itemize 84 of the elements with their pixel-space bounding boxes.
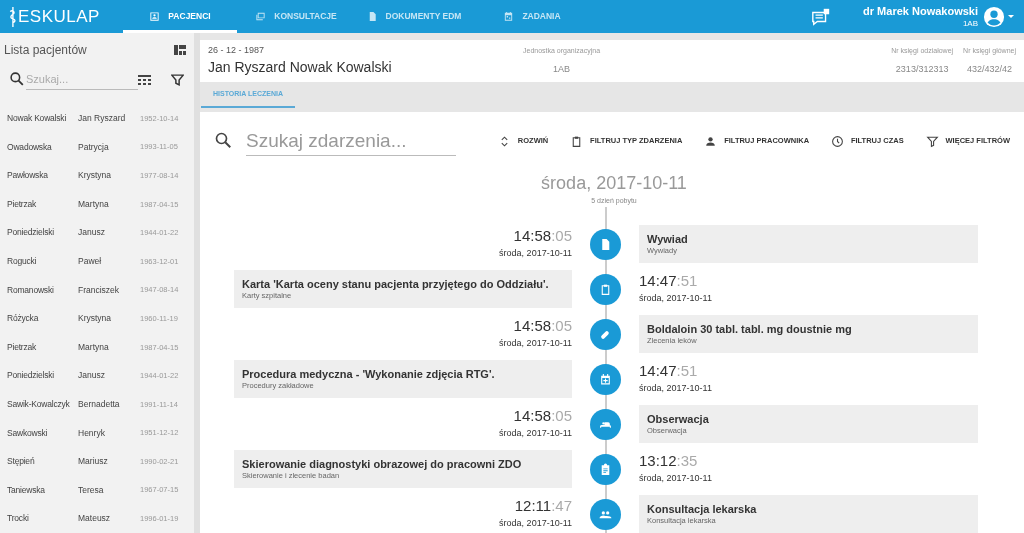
patient-surname: Trocki	[7, 512, 30, 526]
id-card-icon	[149, 11, 161, 22]
patient-surname: Pietrzak	[7, 197, 38, 211]
filter-icon	[925, 134, 939, 148]
search-field[interactable]: Szukaj...	[26, 69, 138, 90]
patient-surname: Stępień	[7, 455, 36, 468]
event-time: 14:47:51	[639, 362, 698, 381]
patient-surname: Sawkowski	[7, 426, 49, 440]
field-value: 432/432/42	[967, 62, 1013, 76]
event-date: środa, 2017-10-11	[639, 292, 712, 306]
sidebar-title: Lista pacjentów	[4, 42, 87, 59]
patient-first-name: Mariusz	[78, 455, 109, 468]
patient-first-name: Janusz	[78, 369, 106, 383]
event-date: środa, 2017-10-11	[499, 247, 572, 261]
patient-first-name: Patrycja	[78, 140, 110, 154]
event-date: środa, 2017-10-11	[499, 427, 572, 441]
event-time: 12:11:47	[514, 497, 572, 516]
grid-view-icon	[174, 45, 186, 55]
event-time: 14:58:05	[513, 317, 572, 336]
filter-button[interactable]	[171, 72, 184, 87]
patient-first-name: Paweł	[78, 255, 103, 268]
patient-surname: Rogucki	[7, 255, 38, 268]
search-icon	[214, 131, 234, 151]
event-time: 14:58:05	[513, 227, 572, 246]
clipboard-icon	[599, 282, 612, 296]
windows-icon	[255, 11, 267, 22]
patient-surname: Sawik-Kowalczyk	[7, 397, 71, 411]
patient-surname: Romanowski	[7, 283, 55, 297]
patient-surname: Poniedzielski	[7, 226, 55, 240]
event-time: 14:58:05	[513, 407, 572, 426]
event-date: środa, 2017-10-11	[499, 517, 572, 531]
patient-surname: Taniewska	[7, 483, 46, 497]
patient-first-name: Jan Ryszard	[78, 112, 127, 125]
patient-surname: Pawłowska	[7, 169, 49, 182]
patient-first-name: Franciszek	[78, 283, 121, 297]
view-toggle-button[interactable]	[174, 45, 186, 55]
patient-first-name: Martyna	[78, 197, 110, 211]
event-date: środa, 2017-10-11	[639, 472, 712, 486]
user-unit: 1AB	[962, 17, 978, 30]
event-title: Skierowanie diagnostyki obrazowej do pracowni ZDO	[242, 457, 523, 471]
chat-icon	[811, 6, 832, 27]
patient-first-name: Bernadetta	[78, 397, 121, 411]
event-title: Konsultacja lekarska	[647, 502, 758, 516]
patient-surname: Owadowska	[7, 140, 53, 154]
search-field[interactable]: Szukaj zdarzenia...	[246, 126, 456, 156]
staff-icon	[7, 5, 17, 28]
patient-surname: Nowak Kowalski	[7, 112, 68, 125]
event-title: Karta 'Karta oceny stanu pacjenta przyjętego do Oddziału'.	[242, 277, 550, 291]
event-date: środa, 2017-10-11	[499, 337, 572, 351]
document-icon	[599, 237, 612, 251]
patient-surname: Pietrzak	[7, 340, 38, 354]
avatar-icon	[983, 5, 1005, 28]
clock-icon	[830, 134, 844, 148]
patient-first-name: Henryk	[78, 426, 106, 440]
caret-icon	[1008, 15, 1014, 18]
patient-first-name: Martyna	[78, 340, 110, 354]
patient-first-name: Krystyna	[78, 169, 113, 182]
event-title: Wywiad	[647, 232, 689, 246]
event-title: Boldaloin 30 tabl. tabl. mg doustnie mg	[647, 322, 853, 336]
patient-first-name: Teresa	[78, 483, 105, 497]
patient-name: Jan Ryszard Nowak Kowalski	[208, 58, 393, 78]
patient-surname: Różycka	[7, 312, 40, 325]
event-time: 14:47:51	[639, 272, 698, 291]
day-heading: środa, 2017-10-11	[541, 172, 687, 194]
field-value: 1AB	[553, 62, 571, 76]
clipboard-list-icon	[599, 462, 612, 476]
medical-calendar-icon	[599, 372, 612, 386]
filter-icon	[171, 72, 184, 87]
app-logo: ESKULAP	[18, 5, 100, 28]
patient-first-name: Krystyna	[78, 312, 113, 325]
patient-birth-date: 26 - 12 - 1987	[208, 43, 266, 57]
event-time: 13:12:35	[639, 452, 698, 471]
field-value: 2313/312313	[895, 62, 949, 76]
person-icon	[704, 134, 718, 148]
patient-surname: Poniedzielski	[7, 369, 55, 383]
calendar-icon	[503, 11, 515, 22]
patient-first-name: Mateusz	[78, 512, 112, 526]
user-name: dr Marek Nowakowski	[863, 3, 978, 18]
event-title: Procedura medyczna - 'Wykonanie zdjęcia RTG'.	[242, 367, 496, 381]
event-title: Obserwacja	[647, 412, 710, 426]
table-icon	[138, 74, 151, 85]
event-date: środa, 2017-10-11	[639, 382, 712, 396]
patient-first-name: Janusz	[78, 226, 106, 240]
table-view-button[interactable]	[138, 74, 151, 85]
